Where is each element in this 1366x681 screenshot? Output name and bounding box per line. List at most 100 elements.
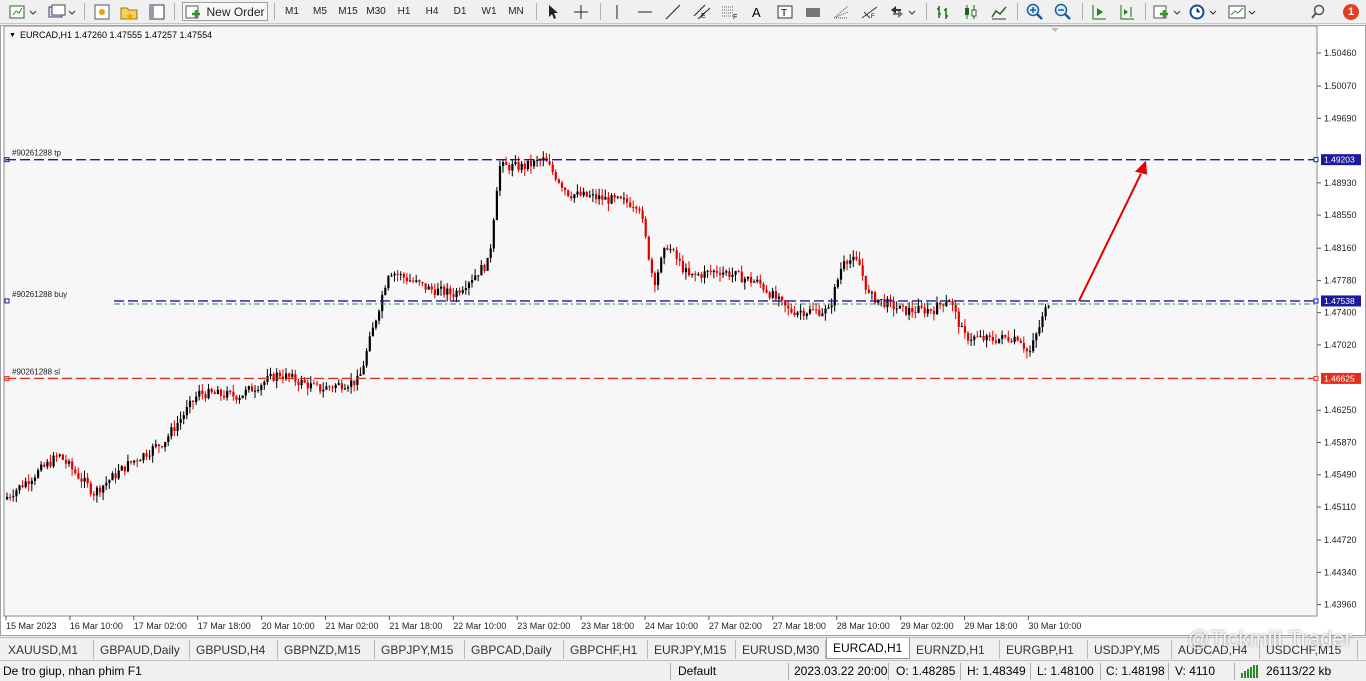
timeframe-d1[interactable]: D1 [450,2,470,21]
tab-eurcad-h1[interactable]: EURCAD,H1 [826,638,910,659]
candle-bull [979,335,982,337]
price-chart[interactable]: #90261288 tp 1.49203 #90261288 buy 1.47538 #… [1,26,1365,635]
timeframe-h4[interactable]: H4 [421,2,443,21]
tab-gbpjpy-m15[interactable]: GBPJPY,M15 [375,640,465,659]
candle-bull [12,496,15,498]
tab-gbpusd-h4[interactable]: GBPUSD,H4 [190,640,278,659]
candle-bull [843,261,846,269]
profiles-button[interactable] [46,2,78,21]
tab-gbpcad-daily[interactable]: GBPCAD,Daily [465,640,564,659]
candle-bear [508,165,511,171]
bar-chart-button[interactable] [933,2,953,21]
candle-bear [867,289,870,293]
candle-bear [21,485,24,488]
main-toolbar: New Order M1 M5 M15 M30 H1 H4 D1 W1 MN E… [0,0,1366,24]
fibonacci-tool[interactable]: F [719,2,741,21]
terminal-button[interactable] [147,2,167,21]
tab-eurjpy-m15[interactable]: EURJPY,M15 [648,640,736,659]
tab-xauusd-m1[interactable]: XAUUSD,M1 [2,640,94,659]
alerts-button[interactable]: 1 [1341,2,1361,21]
cursor-tool[interactable] [543,2,563,21]
equidistant-channel-tool[interactable]: E [691,2,713,21]
text-tool[interactable]: A [748,2,766,21]
trendline-tool[interactable] [663,2,683,21]
time-tick-label: 22 Mar 10:00 [453,621,506,631]
candle-bear [802,310,805,316]
candle-bull [378,311,381,321]
new-order-button[interactable]: New Order [182,2,268,21]
tab-gbpaud-daily[interactable]: GBPAUD,Daily [94,640,190,659]
time-tick-label: 27 Mar 18:00 [773,621,826,631]
auto-scroll-button[interactable] [1089,2,1109,21]
candle-bear [319,384,322,392]
rectangle-tool[interactable] [803,2,823,21]
candle-bull [30,480,33,485]
market-watch-button[interactable] [92,2,112,21]
candle-bear [529,160,533,167]
price-tick-label: 1.48160 [1324,243,1357,253]
line-chart-button[interactable] [989,2,1009,21]
new-chart-button[interactable] [6,2,40,21]
timeframe-h1[interactable]: H1 [394,2,414,21]
andrews-pitchfork-tool[interactable]: F [859,2,881,21]
connection-status: 26113/22 kb [1240,664,1331,678]
candle-bull [998,338,1001,343]
chart-shift-button[interactable] [1117,2,1137,21]
tab-usdjpy-m5[interactable]: USDJPY,M5 [1088,640,1172,659]
candle-bear [250,386,254,392]
candle-bull [1041,316,1044,328]
tab-eurnzd-h1[interactable]: EURNZD,H1 [910,640,1000,659]
indicators-dropdown[interactable] [1152,2,1184,21]
periods-dropdown[interactable] [1188,2,1220,21]
vertical-line-tool[interactable] [607,2,627,21]
arrows-dropdown[interactable] [888,2,918,21]
timeframe-mn[interactable]: MN [505,2,527,21]
search-button[interactable] [1308,2,1328,21]
timeframe-m1[interactable]: M1 [282,2,302,21]
crosshair-tool[interactable] [571,2,591,21]
candle-bear [278,372,281,377]
text-label-tool[interactable]: T [775,2,795,21]
candle-bull [722,272,725,275]
chart-header: ▼ EURCAD,H1 1.47260 1.47555 1.47257 1.47… [9,30,212,40]
candle-bull [960,326,963,328]
tab-gbpnzd-m15[interactable]: GBPNZD,M15 [278,640,375,659]
navigator-button[interactable] [119,2,139,21]
candle-bear [204,394,207,399]
candle-bull [1032,340,1035,352]
tab-audcad-h4[interactable]: AUDCAD,H4 [1172,640,1260,659]
bar-open: O: 1.48285 [896,664,956,678]
chart-window[interactable]: #90261288 tp 1.49203 #90261288 buy 1.47538 #… [0,25,1366,636]
stop-loss-price-text: 1.46625 [1324,373,1355,383]
candle-bear [433,289,436,296]
profile-name: Default [678,664,717,678]
tab-eurgbp-h1[interactable]: EURGBP,H1 [1000,640,1088,659]
candle-bull [691,273,694,276]
zoom-in-button[interactable] [1024,2,1046,21]
bar-chart-icon [937,5,948,19]
horizontal-line-tool[interactable] [635,2,655,21]
timeframe-m30[interactable]: M30 [364,2,388,21]
fibo-fan-tool[interactable] [831,2,853,21]
tab-gbpchf-h1[interactable]: GBPCHF,H1 [564,640,648,659]
candle-bear [1016,336,1019,341]
templates-dropdown[interactable] [1227,2,1259,21]
candle-bear [86,477,89,484]
tab-usdchf-m15[interactable]: USDCHF,M15 [1260,640,1358,659]
candle-bull [486,257,489,271]
candle-bull [706,270,709,272]
candle-bear [750,276,753,283]
candlestick-button[interactable] [961,2,981,21]
timeframe-m15[interactable]: M15 [336,2,360,21]
timeframe-m5[interactable]: M5 [309,2,331,21]
timeframe-w1[interactable]: W1 [478,2,500,21]
zoom-out-button[interactable] [1052,2,1074,21]
candle-bull [126,461,130,472]
candle-bull [536,160,539,162]
candle-bear [272,373,275,381]
candle-bull [1013,336,1016,343]
candle-bear [557,179,560,183]
candle-bear [1022,342,1025,349]
candle-bull [263,381,266,386]
tab-eurusd-m30[interactable]: EURUSD,M30 [736,640,826,659]
